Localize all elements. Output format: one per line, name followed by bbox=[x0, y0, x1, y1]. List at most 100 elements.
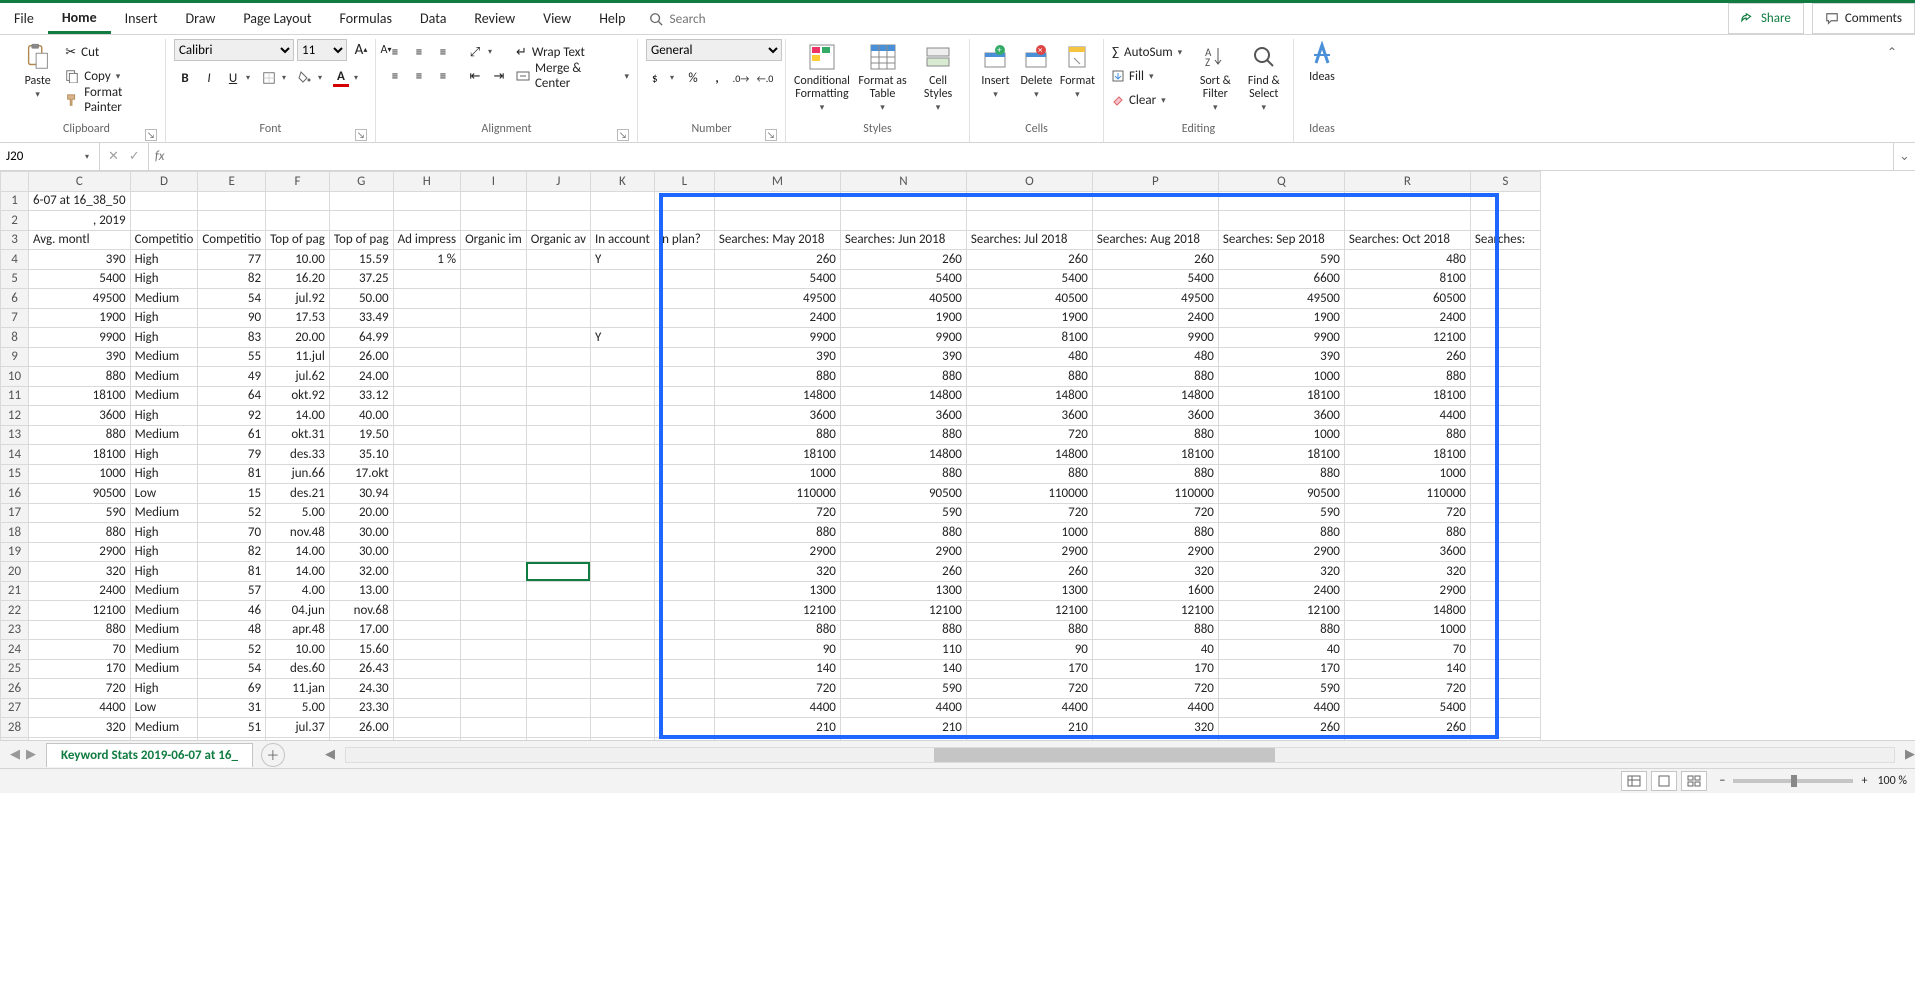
align-bottom-button[interactable]: ≡ bbox=[432, 41, 454, 63]
cell-P5[interactable]: 5400 bbox=[1092, 269, 1218, 289]
cell-N23[interactable]: 880 bbox=[840, 620, 966, 640]
clipboard-launcher[interactable]: ↘ bbox=[145, 129, 157, 141]
cell-K16[interactable] bbox=[590, 484, 654, 504]
select-all-corner[interactable] bbox=[1, 172, 29, 192]
cell-J18[interactable] bbox=[526, 523, 590, 543]
cell-D4[interactable]: High bbox=[130, 250, 198, 270]
cell-S23[interactable] bbox=[1470, 620, 1540, 640]
name-box[interactable]: ▾ bbox=[0, 143, 100, 170]
cell-J10[interactable] bbox=[526, 367, 590, 387]
menu-tab-formulas[interactable]: Formulas bbox=[326, 3, 406, 34]
cell-D1[interactable] bbox=[130, 191, 198, 211]
cell-G28[interactable]: 26.00 bbox=[329, 718, 393, 738]
cell-L3[interactable]: In plan? bbox=[654, 230, 714, 250]
cell-S19[interactable] bbox=[1470, 542, 1540, 562]
cell-G27[interactable]: 23.30 bbox=[329, 698, 393, 718]
cell-G8[interactable]: 64.99 bbox=[329, 328, 393, 348]
underline-button[interactable]: U bbox=[222, 67, 244, 89]
cell-H16[interactable] bbox=[393, 484, 461, 504]
cell-I16[interactable] bbox=[461, 484, 527, 504]
cell-J25[interactable] bbox=[526, 659, 590, 679]
col-header-M[interactable]: M bbox=[714, 172, 840, 192]
cell-C15[interactable]: 1000 bbox=[29, 464, 131, 484]
cell-O15[interactable]: 880 bbox=[966, 464, 1092, 484]
cell-H21[interactable] bbox=[393, 581, 461, 601]
cell-G9[interactable]: 26.00 bbox=[329, 347, 393, 367]
cell-C6[interactable]: 49500 bbox=[29, 289, 131, 309]
cell-Q3[interactable]: Searches: Sep 2018 bbox=[1218, 230, 1344, 250]
cell-Q27[interactable]: 4400 bbox=[1218, 698, 1344, 718]
cell-P13[interactable]: 880 bbox=[1092, 425, 1218, 445]
cell-F16[interactable]: des.21 bbox=[266, 484, 330, 504]
cell-D13[interactable]: Medium bbox=[130, 425, 198, 445]
cell-Q26[interactable]: 590 bbox=[1218, 679, 1344, 699]
cell-R6[interactable]: 60500 bbox=[1344, 289, 1470, 309]
cell-Q1[interactable] bbox=[1218, 191, 1344, 211]
orientation-button[interactable]: ⤢ bbox=[464, 41, 486, 63]
sheet-nav-prev[interactable]: ◀ bbox=[10, 747, 20, 762]
cell-M11[interactable]: 14800 bbox=[714, 386, 840, 406]
zoom-level[interactable]: 100 % bbox=[1877, 774, 1907, 788]
cell-R1[interactable] bbox=[1344, 191, 1470, 211]
cell-I27[interactable] bbox=[461, 698, 527, 718]
cell-R14[interactable]: 18100 bbox=[1344, 445, 1470, 465]
cell-R29[interactable]: 320 bbox=[1344, 737, 1470, 741]
cell-R23[interactable]: 1000 bbox=[1344, 620, 1470, 640]
row-header-4[interactable]: 4 bbox=[1, 250, 29, 270]
cell-H2[interactable] bbox=[393, 211, 461, 231]
cell-G12[interactable]: 40.00 bbox=[329, 406, 393, 426]
cell-L24[interactable] bbox=[654, 640, 714, 660]
cell-N28[interactable]: 210 bbox=[840, 718, 966, 738]
cell-J16[interactable] bbox=[526, 484, 590, 504]
cell-O3[interactable]: Searches: Jul 2018 bbox=[966, 230, 1092, 250]
cell-O19[interactable]: 2900 bbox=[966, 542, 1092, 562]
cell-C25[interactable]: 170 bbox=[29, 659, 131, 679]
cell-C1[interactable]: 6-07 at 16_38_50 bbox=[29, 191, 131, 211]
wrap-text-button[interactable]: ↵Wrap Text bbox=[516, 41, 629, 63]
cell-F2[interactable] bbox=[266, 211, 330, 231]
cell-Q5[interactable]: 6600 bbox=[1218, 269, 1344, 289]
col-header-I[interactable]: I bbox=[461, 172, 527, 192]
cell-Q6[interactable]: 49500 bbox=[1218, 289, 1344, 309]
cell-J5[interactable] bbox=[526, 269, 590, 289]
cell-C14[interactable]: 18100 bbox=[29, 445, 131, 465]
cell-K24[interactable] bbox=[590, 640, 654, 660]
cell-O8[interactable]: 8100 bbox=[966, 328, 1092, 348]
cell-N21[interactable]: 1300 bbox=[840, 581, 966, 601]
row-header-25[interactable]: 25 bbox=[1, 659, 29, 679]
cell-G29[interactable]: 27.47 bbox=[329, 737, 393, 741]
cell-E16[interactable]: 15 bbox=[198, 484, 266, 504]
cell-D9[interactable]: Medium bbox=[130, 347, 198, 367]
cell-Q23[interactable]: 880 bbox=[1218, 620, 1344, 640]
cell-P8[interactable]: 9900 bbox=[1092, 328, 1218, 348]
cell-R22[interactable]: 14800 bbox=[1344, 601, 1470, 621]
cell-E15[interactable]: 81 bbox=[198, 464, 266, 484]
cell-I7[interactable] bbox=[461, 308, 527, 328]
cell-P3[interactable]: Searches: Aug 2018 bbox=[1092, 230, 1218, 250]
cell-G3[interactable]: Top of pag bbox=[329, 230, 393, 250]
cell-G20[interactable]: 32.00 bbox=[329, 562, 393, 582]
cell-F29[interactable]: 14.34 bbox=[266, 737, 330, 741]
cell-S17[interactable] bbox=[1470, 503, 1540, 523]
row-header-27[interactable]: 27 bbox=[1, 698, 29, 718]
cell-P25[interactable]: 170 bbox=[1092, 659, 1218, 679]
cell-J14[interactable] bbox=[526, 445, 590, 465]
formula-input[interactable] bbox=[170, 143, 1893, 170]
cell-O27[interactable]: 4400 bbox=[966, 698, 1092, 718]
cell-E3[interactable]: Competitio bbox=[198, 230, 266, 250]
cell-E17[interactable]: 52 bbox=[198, 503, 266, 523]
cell-I24[interactable] bbox=[461, 640, 527, 660]
cell-D3[interactable]: Competitio bbox=[130, 230, 198, 250]
cell-R4[interactable]: 480 bbox=[1344, 250, 1470, 270]
cell-F15[interactable]: jun.66 bbox=[266, 464, 330, 484]
cell-N4[interactable]: 260 bbox=[840, 250, 966, 270]
cell-H5[interactable] bbox=[393, 269, 461, 289]
cell-I3[interactable]: Organic im bbox=[461, 230, 527, 250]
cell-Q22[interactable]: 12100 bbox=[1218, 601, 1344, 621]
cell-H29[interactable] bbox=[393, 737, 461, 741]
cell-R19[interactable]: 3600 bbox=[1344, 542, 1470, 562]
cell-I19[interactable] bbox=[461, 542, 527, 562]
cell-J3[interactable]: Organic av bbox=[526, 230, 590, 250]
cell-N7[interactable]: 1900 bbox=[840, 308, 966, 328]
cell-Q25[interactable]: 170 bbox=[1218, 659, 1344, 679]
